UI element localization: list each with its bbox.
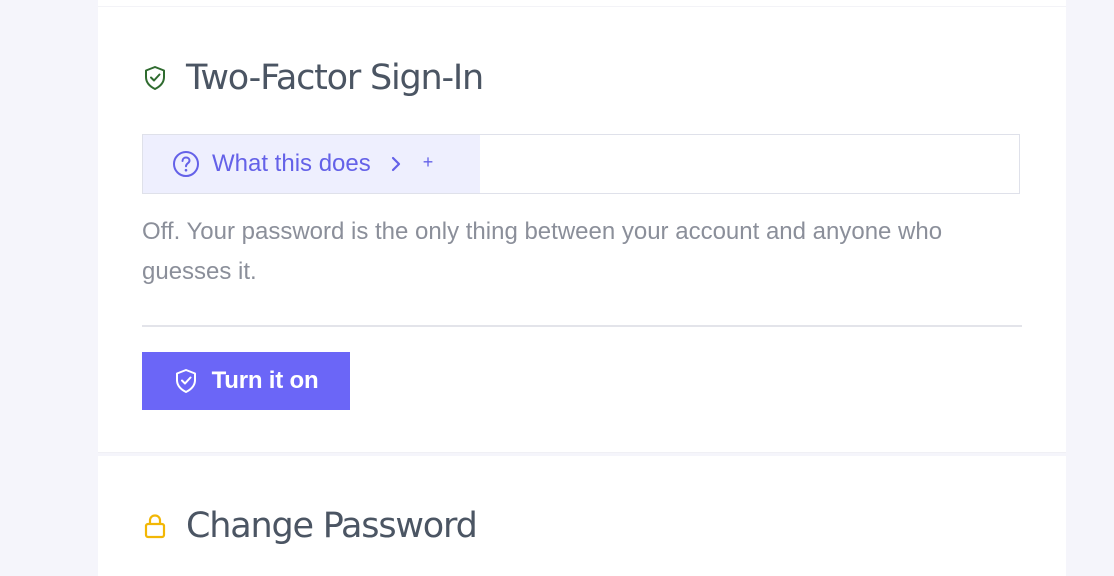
two-factor-card: Two-Factor Sign-In What this does + Off.… — [98, 0, 1066, 453]
two-factor-heading: Two-Factor Sign-In — [142, 56, 484, 100]
turn-on-two-factor-button[interactable]: Turn it on — [142, 352, 350, 410]
card-top-edge — [98, 0, 1066, 7]
two-factor-status-text: Off. Your password is the only thing bet… — [142, 218, 943, 285]
change-password-heading: Change Password — [142, 504, 478, 548]
turn-on-button-label: Turn it on — [211, 367, 319, 394]
what-this-does-toggle[interactable]: What this does + — [143, 135, 480, 193]
two-factor-title: Two-Factor Sign-In — [186, 58, 484, 98]
what-this-does-label: What this does — [212, 150, 371, 177]
change-password-title: Change Password — [186, 506, 478, 546]
chevron-right-icon — [389, 154, 403, 174]
shield-check-icon — [142, 65, 168, 91]
expand-plus-icon: + — [422, 152, 434, 172]
help-circle-icon — [172, 150, 200, 178]
shield-check-icon — [174, 368, 198, 394]
change-password-card: Change Password — [98, 456, 1066, 576]
section-divider — [142, 325, 1022, 327]
what-this-does-disclosure: What this does + — [142, 134, 1020, 194]
lock-icon — [142, 513, 168, 539]
